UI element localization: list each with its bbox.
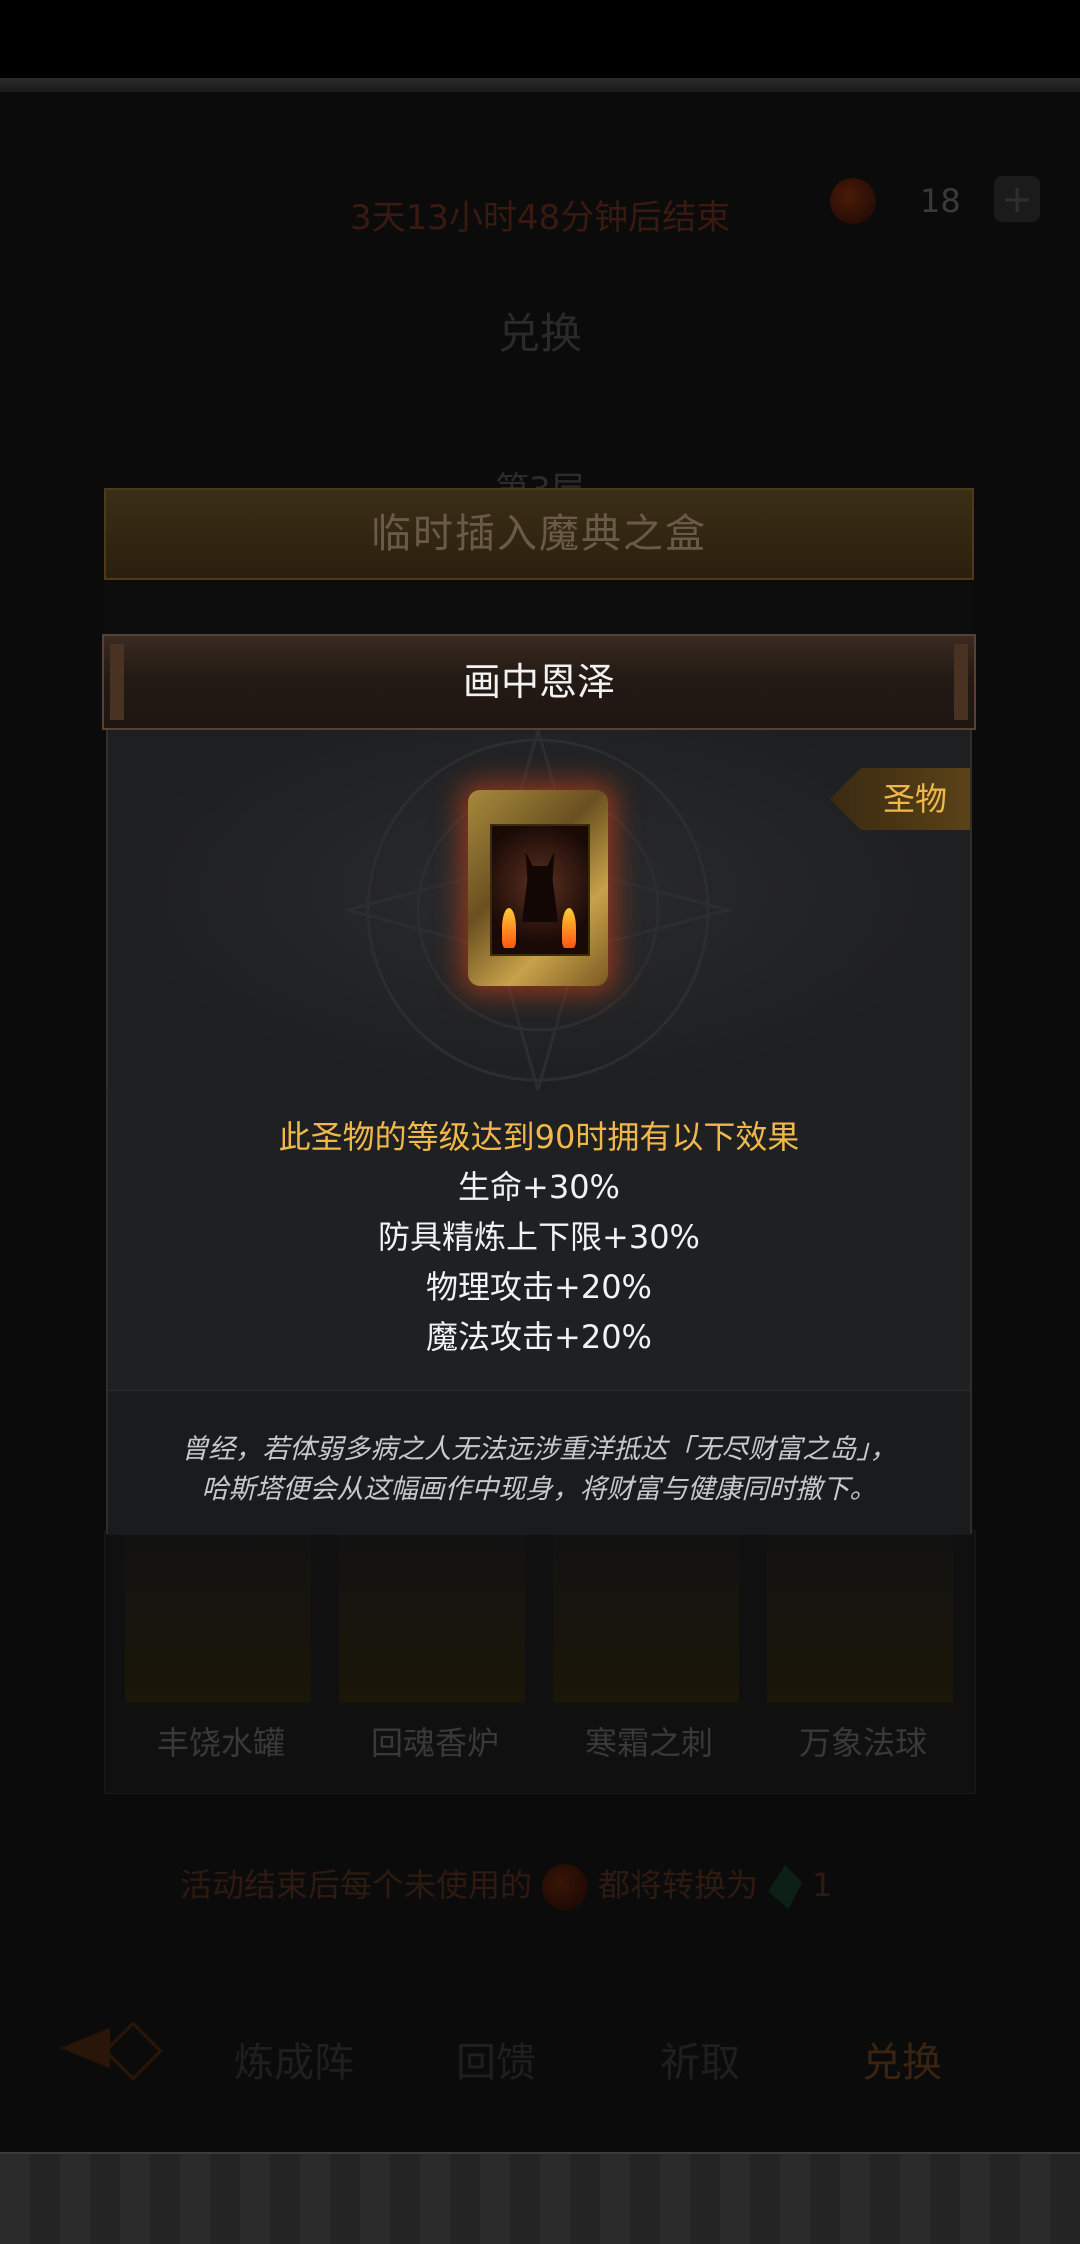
- effects-section: 此圣物的等级达到90时拥有以下效果 生命+30% 防具精炼上下限+30% 物理攻…: [108, 1090, 970, 1390]
- notice-text-before: 活动结束后每个未使用的: [180, 1866, 533, 1904]
- reward-item-label: 丰饶水罐: [156, 1724, 285, 1762]
- lore-line: 曾经，若体弱多病之人无法远涉重洋抵达「无尽财富之岛」，: [181, 1434, 897, 1465]
- effects-header: 此圣物的等级达到90时拥有以下效果: [278, 1118, 800, 1156]
- effect-line: 防具精炼上下限+30%: [378, 1218, 700, 1256]
- reward-item-label: 回魂香炉: [370, 1724, 499, 1762]
- bottom-frame-border: [0, 2152, 1080, 2244]
- notice-amount: 1: [812, 1866, 833, 1904]
- divider-strip: [104, 582, 974, 636]
- currency-count: 18: [920, 182, 961, 220]
- relic-detail-popup: 画中恩泽 圣物 此圣物的等级达到90时拥有以下效果 生命+30% 防具精炼上下限…: [102, 634, 976, 1535]
- reward-item-label: 万象法球: [798, 1724, 927, 1762]
- effect-line: 魔法攻击+20%: [426, 1318, 652, 1356]
- relic-type-badge: 圣物: [830, 768, 970, 830]
- currency-display: 18 +: [820, 170, 1040, 230]
- bottom-nav: 炼成阵 回馈 祈取 兑换: [0, 1990, 1080, 2120]
- effect-line: 生命+30%: [458, 1168, 620, 1206]
- reward-item-image[interactable]: [125, 1531, 311, 1703]
- popup-body: 圣物 此圣物的等级达到90时拥有以下效果 生命+30% 防具精炼上下限+30% …: [106, 730, 972, 1535]
- reward-item-image[interactable]: [767, 1531, 953, 1703]
- demon-figure-icon: [522, 852, 558, 922]
- relic-painting-image: [468, 790, 608, 986]
- lore-line: 哈斯塔便会从这幅画作中现身，将财富与健康同时撒下。: [201, 1474, 877, 1505]
- add-currency-button[interactable]: +: [994, 176, 1040, 222]
- tab-pray[interactable]: 祈取: [660, 2030, 740, 2088]
- back-button[interactable]: [60, 2018, 163, 2081]
- notice-text-middle: 都将转换为: [598, 1866, 759, 1904]
- top-frame-border: [0, 78, 1080, 93]
- conversion-notice: 活动结束后每个未使用的 都将转换为 1: [180, 1860, 832, 1910]
- grimoire-box-bar: 临时插入魔典之盒: [104, 488, 974, 580]
- header-corner-ornament: [954, 644, 968, 720]
- lore-section: 曾经，若体弱多病之人无法远涉重洋抵达「无尽财富之岛」， 哈斯塔便会从这幅画作中现…: [108, 1390, 970, 1535]
- relic-type-label: 圣物: [882, 780, 947, 818]
- exchange-title: 兑换: [497, 309, 582, 358]
- currency-orb-icon: [542, 1864, 589, 1910]
- event-timer: 3天13小时48分钟后结束: [350, 198, 731, 238]
- diamond-icon: [103, 2021, 163, 2081]
- reward-item-label: 寒霜之刺: [584, 1724, 713, 1762]
- status-bar: [0, 0, 1080, 78]
- reward-item-image[interactable]: [553, 1531, 739, 1703]
- popup-title: 画中恩泽: [462, 660, 615, 704]
- flame-icon: [562, 908, 576, 948]
- relic-showcase: 圣物: [108, 730, 970, 1090]
- effect-line: 物理攻击+20%: [426, 1268, 652, 1306]
- screen: 3天13小时48分钟后结束 18 + 兑换 第3层 丰饶水罐 回魂香炉 寒霜之刺…: [0, 0, 1080, 2244]
- grimoire-box-title: 临时插入魔典之盒: [371, 511, 707, 557]
- flame-icon: [502, 908, 516, 948]
- tab-exchange[interactable]: 兑换: [862, 2030, 942, 2088]
- tab-feedback[interactable]: 回馈: [456, 2030, 536, 2088]
- reward-item-image[interactable]: [339, 1531, 525, 1703]
- currency-orb-icon: [830, 178, 876, 224]
- back-arrow-icon: [60, 2028, 110, 2068]
- gem-icon: [768, 1865, 803, 1909]
- painting-canvas: [490, 824, 590, 956]
- popup-header: 画中恩泽: [102, 634, 976, 730]
- tab-synthesis[interactable]: 炼成阵: [234, 2030, 354, 2088]
- header-corner-ornament: [110, 644, 124, 720]
